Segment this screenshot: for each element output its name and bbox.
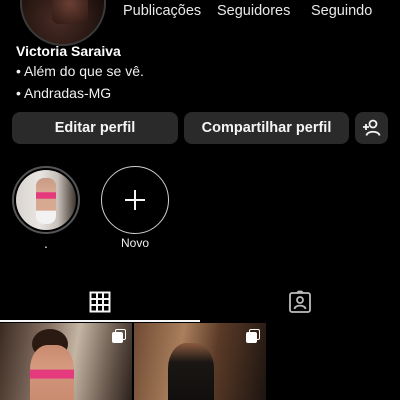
multiple-photos-icon [112, 329, 126, 343]
add-person-icon [362, 119, 380, 136]
profile-name: Victoria Saraiva [16, 43, 121, 59]
followers-label[interactable]: Seguidores [217, 3, 290, 19]
bio-line: • Andradas-MG [16, 85, 112, 101]
share-profile-button[interactable]: Compartilhar perfil [184, 112, 349, 144]
tab-tagged[interactable] [200, 283, 400, 321]
posts-label[interactable]: Publicações [123, 3, 201, 19]
post-thumbnail[interactable] [0, 323, 132, 400]
new-highlight-button[interactable] [101, 166, 169, 234]
plus-icon [125, 190, 145, 210]
profile-bio: Victoria Saraiva • Além do que se vê. • … [16, 42, 376, 104]
grid-icon [89, 291, 111, 313]
discover-people-button[interactable] [355, 112, 388, 144]
story-highlight[interactable] [12, 166, 80, 234]
selected-tab-indicator [0, 320, 200, 322]
highlight-cover [16, 170, 76, 230]
post-thumbnail[interactable] [134, 323, 266, 400]
following-label[interactable]: Seguindo [311, 3, 372, 19]
bio-line: • Além do que se vê. [16, 63, 144, 79]
new-highlight-label: Novo [120, 236, 149, 250]
highlight-label: . [44, 235, 48, 251]
profile-tabs [0, 283, 400, 323]
edit-profile-button[interactable]: Editar perfil [12, 112, 178, 144]
profile-stats: Publicações Seguidores Seguindo [0, 3, 400, 21]
tab-posts-grid[interactable] [0, 283, 200, 321]
multiple-photos-icon [246, 329, 260, 343]
tagged-person-icon [289, 290, 311, 313]
